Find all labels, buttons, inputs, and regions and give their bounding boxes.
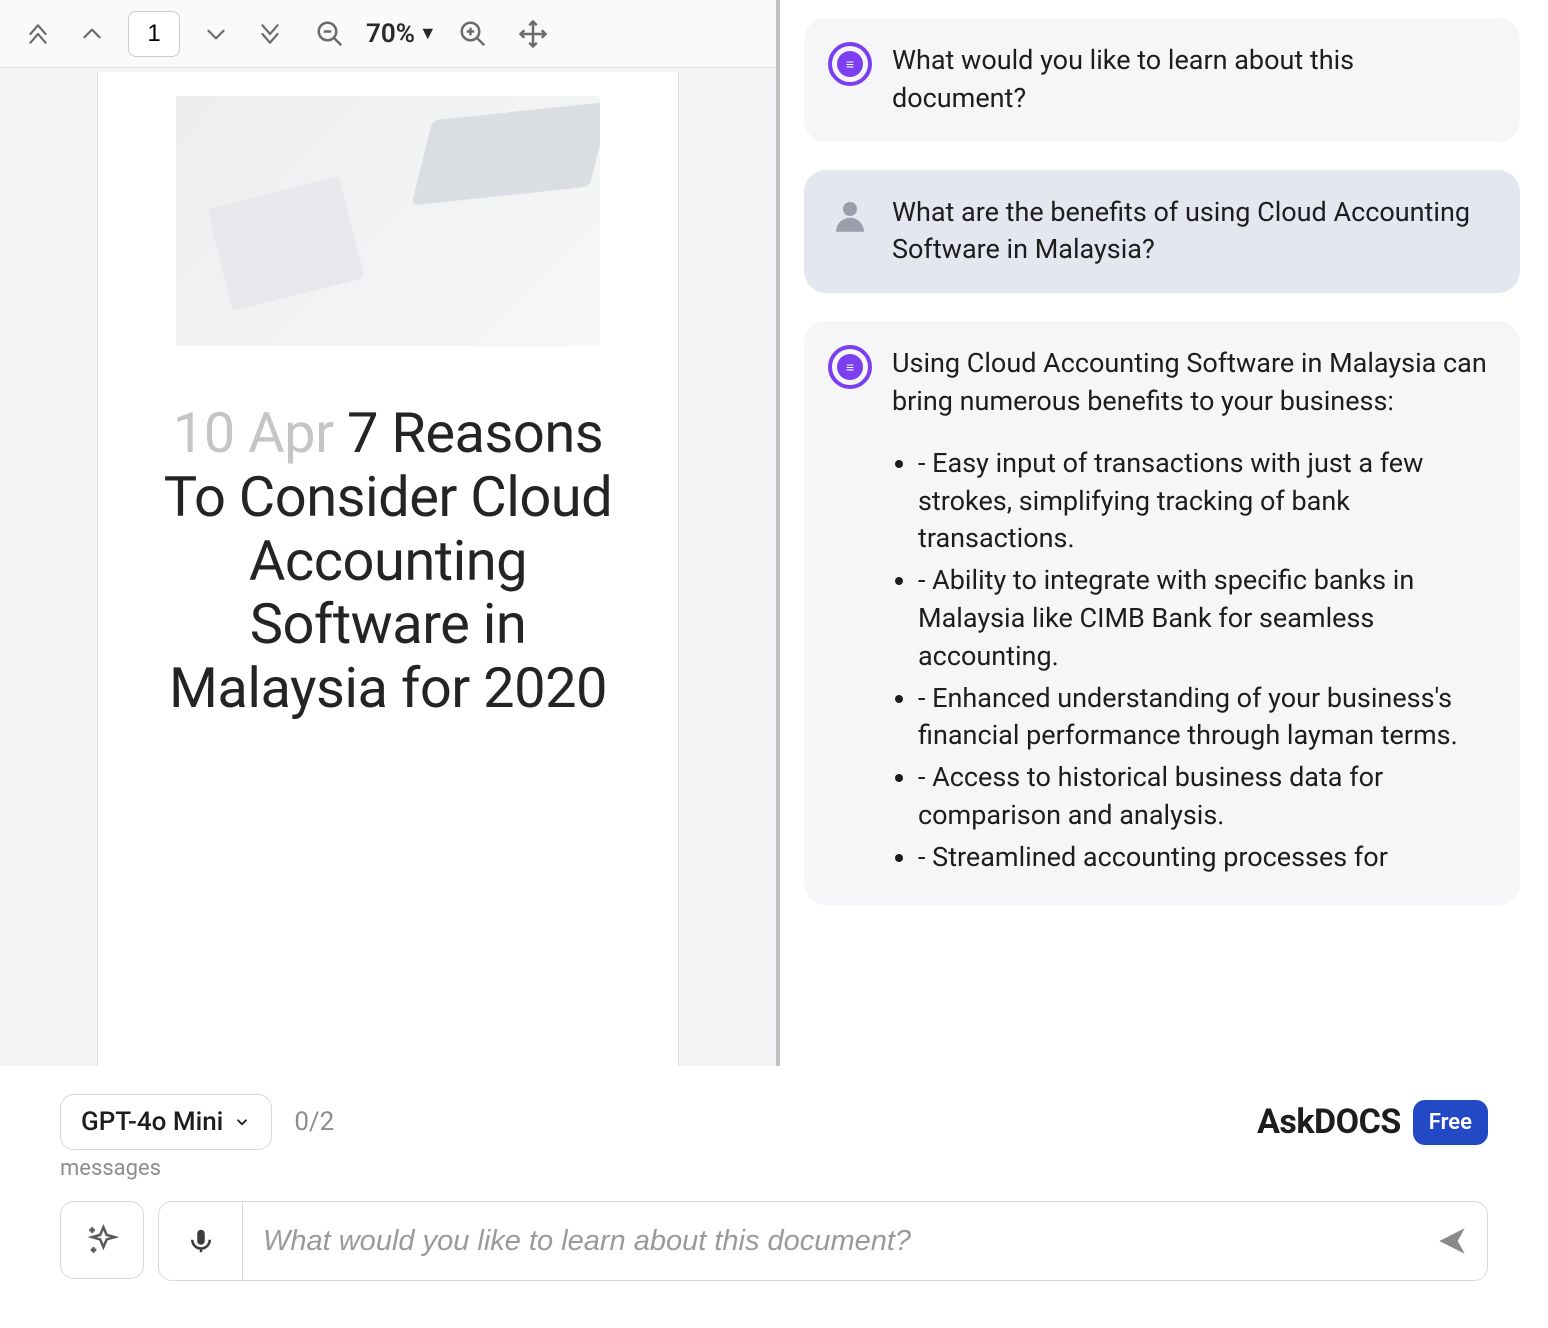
user-avatar-icon [828, 194, 872, 238]
message-count: 0/2 [294, 1107, 334, 1137]
prev-page-button[interactable] [74, 16, 110, 52]
bot-avatar-icon: ≡ [828, 42, 872, 86]
pan-button[interactable] [515, 16, 551, 52]
next-page-button[interactable] [198, 16, 234, 52]
bot-message: ≡ What would you like to learn about thi… [804, 18, 1520, 142]
document-page: 10 Apr 7 Reasons To Consider Cloud Accou… [97, 72, 679, 1066]
send-button[interactable] [1417, 1202, 1487, 1280]
list-item: - Access to historical business data for… [918, 759, 1492, 835]
page-number-input[interactable] [128, 11, 180, 57]
last-page-button[interactable] [252, 16, 288, 52]
input-bar: GPT-4o Mini 0/2 AskDOCS Free messages [0, 1066, 1548, 1328]
chat-pane: ≡ What would you like to learn about thi… [780, 0, 1548, 1066]
document-hero-image [176, 96, 600, 346]
zoom-value: 70% [366, 19, 415, 49]
send-icon [1435, 1224, 1469, 1258]
bot-avatar-icon: ≡ [828, 345, 872, 389]
brand-logo: AskDOCS [1257, 1102, 1401, 1142]
bot-intro-text: What would you like to learn about this … [892, 42, 1492, 118]
model-name: GPT-4o Mini [81, 1107, 223, 1137]
bot-answer: ≡ Using Cloud Accounting Software in Mal… [804, 321, 1520, 904]
answer-lead: Using Cloud Accounting Software in Malay… [892, 345, 1492, 421]
document-pane: 70% ▼ 10 Apr 7 Reasons To Consider Cloud… [0, 0, 780, 1066]
document-viewport[interactable]: 10 Apr 7 Reasons To Consider Cloud Accou… [0, 68, 776, 1066]
user-message: What are the benefits of using Cloud Acc… [804, 170, 1520, 294]
zoom-out-button[interactable] [312, 16, 348, 52]
user-question-text: What are the benefits of using Cloud Acc… [892, 194, 1492, 270]
chevron-down-icon: ▼ [419, 23, 437, 44]
document-date: 10 Apr [173, 400, 334, 466]
answer-bullet-list: - Easy input of transactions with just a… [892, 445, 1492, 877]
zoom-in-button[interactable] [455, 16, 491, 52]
viewer-toolbar: 70% ▼ [0, 0, 776, 68]
document-title: 10 Apr 7 Reasons To Consider Cloud Accou… [158, 402, 618, 721]
messages-label: messages [60, 1156, 1488, 1181]
first-page-button[interactable] [20, 16, 56, 52]
chevron-down-icon [233, 1113, 251, 1131]
zoom-select[interactable]: 70% ▼ [366, 19, 437, 49]
list-item: - Ability to integrate with specific ban… [918, 562, 1492, 675]
plan-badge: Free [1413, 1100, 1488, 1145]
chat-input[interactable] [243, 1202, 1417, 1280]
mic-icon [186, 1226, 216, 1256]
magic-button[interactable] [60, 1201, 144, 1279]
bot-answer-text: Using Cloud Accounting Software in Malay… [892, 345, 1492, 880]
mic-button[interactable] [159, 1202, 243, 1280]
list-item: - Streamlined accounting processes for [918, 839, 1492, 877]
list-item: - Enhanced understanding of your busines… [918, 680, 1492, 756]
chat-input-container [158, 1201, 1488, 1281]
sparkles-icon [85, 1223, 119, 1257]
list-item: - Easy input of transactions with just a… [918, 445, 1492, 558]
model-select[interactable]: GPT-4o Mini [60, 1094, 272, 1150]
